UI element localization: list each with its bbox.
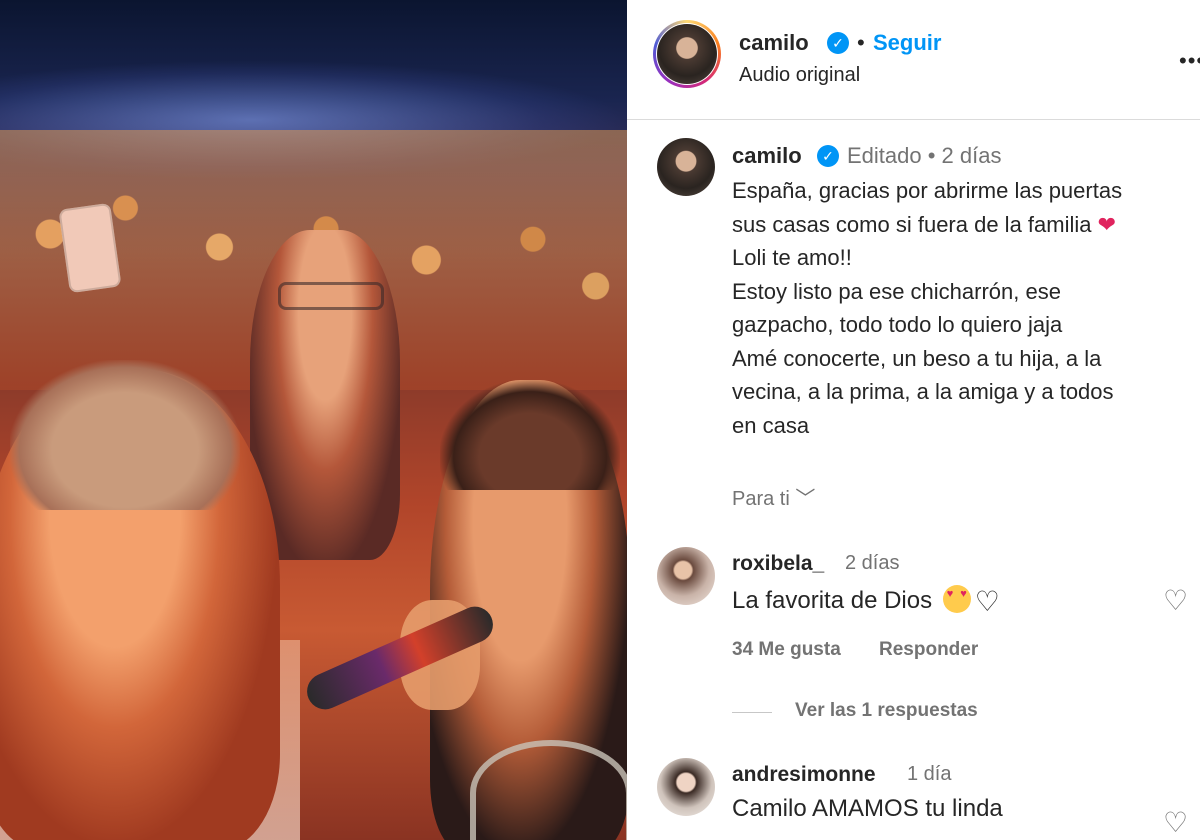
caption-line: Estoy listo pa ese chicharrón, ese [732, 278, 1061, 304]
verified-badge-icon: ✓ [827, 32, 849, 54]
more-options-icon[interactable]: ••• [1179, 48, 1200, 74]
follow-button[interactable]: Seguir [873, 30, 941, 56]
avatar[interactable] [657, 547, 715, 605]
like-heart-icon[interactable]: ♡ [1163, 806, 1188, 839]
avatar[interactable] [657, 24, 717, 84]
heart-eyes-emoji-icon [942, 585, 971, 613]
comment-time: 2 días [845, 552, 900, 574]
story-ring[interactable] [653, 20, 721, 88]
comment-username[interactable]: andresimonne [732, 763, 876, 787]
comment-time: 1 día [907, 763, 952, 785]
glasses [278, 282, 384, 310]
post-header: camilo ✓ • Seguir Audio original ••• [627, 0, 1200, 120]
red-heart-icon: ❤ [1097, 211, 1117, 237]
instagram-post: camilo ✓ • Seguir Audio original ••• cam… [0, 0, 1200, 840]
post-video[interactable] [0, 0, 627, 840]
post-sidebar: camilo ✓ • Seguir Audio original ••• cam… [627, 0, 1200, 840]
audio-link[interactable]: Audio original [739, 64, 860, 87]
for-you-dropdown[interactable]: Para ti ﹀ [732, 482, 815, 511]
caption-line: España, gracias por abrirme las puertas [732, 178, 1123, 203]
singer-hair [440, 380, 620, 490]
separator: • [857, 30, 865, 55]
caption-line: Loli te amo!! [732, 245, 852, 270]
caption-line: Amé conocerte, un beso a tu hija, a la [732, 345, 1102, 371]
author-username[interactable]: camilo [739, 30, 809, 56]
caption-line: gazpacho, todo todo lo quiero jaja [732, 312, 1063, 337]
person-with-glasses [250, 230, 400, 560]
caption-line: vecina, a la prima, a la amiga y a todos [732, 379, 1114, 404]
divider [732, 712, 772, 713]
caption-text: España, gracias por abrirme las puertas … [732, 174, 1192, 442]
caption-username[interactable]: camilo [732, 143, 802, 169]
older-woman-hair [10, 360, 240, 510]
like-heart-icon[interactable]: ♡ [1163, 584, 1188, 617]
avatar[interactable] [657, 758, 715, 816]
avatar[interactable] [657, 138, 715, 196]
white-heart-emoji-icon: ♡ [974, 586, 1000, 617]
caption-line: sus casas como si fuera de la familia ❤ [732, 211, 1117, 237]
verified-badge-icon: ✓ [817, 145, 839, 167]
comment-text: La favorita de Dios ♡ [732, 585, 1000, 618]
caption-meta: Editado • 2 días [847, 143, 1002, 168]
view-replies-button[interactable]: Ver las 1 respuestas [795, 700, 978, 722]
comment-username[interactable]: roxibela_ [732, 552, 824, 576]
caption-line: en casa [732, 412, 810, 438]
comment-text: Camilo AMAMOS tu linda [732, 795, 1003, 822]
reply-button[interactable]: Responder [879, 639, 978, 661]
chain-necklace [470, 740, 627, 840]
comment-likes[interactable]: 34 Me gusta [732, 639, 841, 661]
